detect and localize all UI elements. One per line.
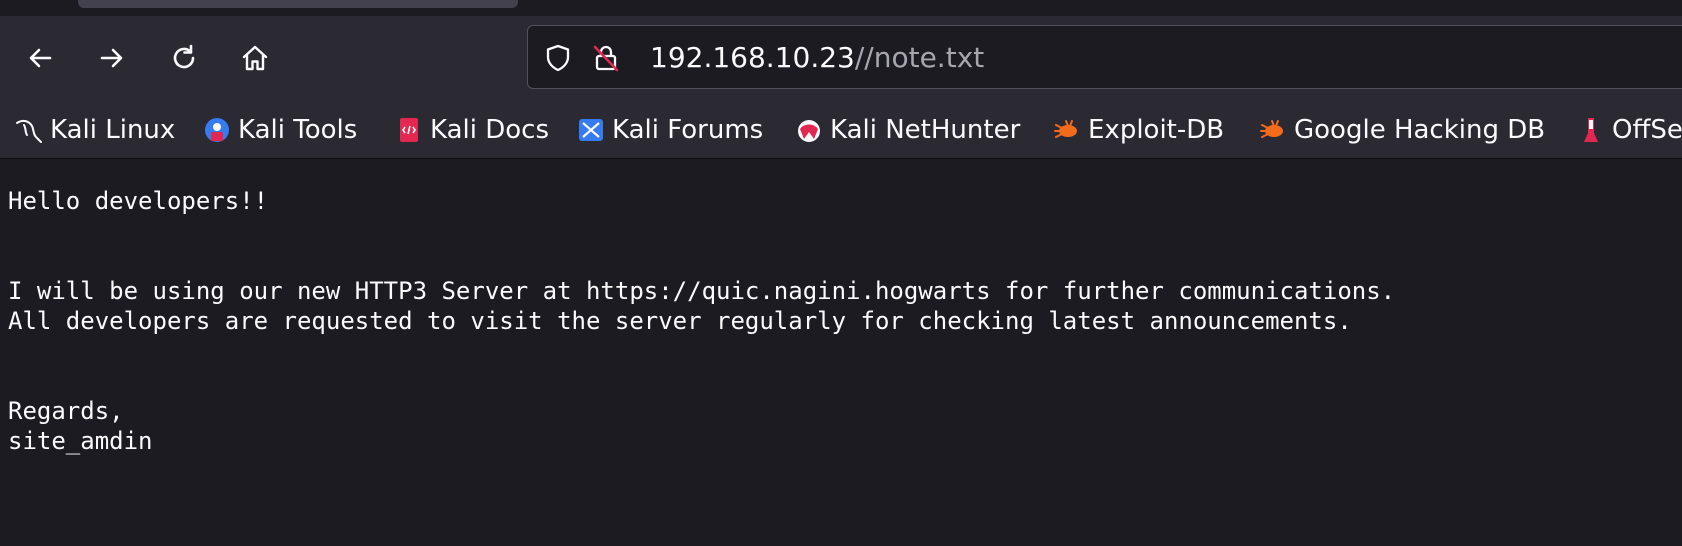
insecure-lock-icon[interactable] [590,42,622,74]
bookmark-label: Kali Forums [612,115,764,145]
bookmark-label: Kali NetHunter [830,115,1021,145]
url-host: 192.168.10.23 [650,41,855,74]
kali-docs-icon [394,115,424,145]
text-document: Hello developers!! I will be using our n… [8,186,1395,456]
url-text[interactable]: 192.168.10.23//note.txt [650,41,984,75]
forward-button[interactable] [92,38,132,78]
kali-dragon-icon [14,115,44,145]
bookmarks-toolbar: Kali Linux Kali Tools Kali Docs Kali For… [0,101,1682,159]
tab-strip [0,0,1682,16]
document-line: Hello developers!! [8,187,269,215]
document-line: Regards, [8,397,124,425]
navigation-toolbar: 192.168.10.23//note.txt [0,16,1682,101]
kali-forums-icon [576,115,606,145]
bookmark-label: OffSe [1612,115,1682,145]
url-bar[interactable]: 192.168.10.23//note.txt [527,25,1682,89]
active-tab[interactable] [78,0,518,8]
exploit-db-icon [1052,115,1082,145]
offsec-icon [1576,115,1606,145]
bookmark-kali-forums[interactable]: Kali Forums [576,109,763,151]
bookmark-google-hacking-db[interactable]: Google Hacking DB [1258,109,1545,151]
document-line: I will be using our new HTTP3 Server at … [8,277,1396,305]
document-line: site_amdin [8,427,153,455]
url-path: //note.txt [854,41,985,74]
home-icon [242,45,268,71]
reload-button[interactable] [164,38,204,78]
home-button[interactable] [235,38,275,78]
kali-tools-icon [202,115,232,145]
bookmark-offsec[interactable]: OffSe [1576,109,1682,151]
bookmark-kali-linux[interactable]: Kali Linux [14,109,175,151]
arrow-right-icon [100,48,123,68]
bookmark-label: Google Hacking DB [1294,115,1546,145]
ghdb-icon [1258,115,1288,145]
bookmark-label: Kali Tools [238,115,358,145]
back-button[interactable] [20,38,60,78]
page-content: Hello developers!! I will be using our n… [0,160,1682,546]
bookmark-label: Kali Docs [430,115,550,145]
bookmark-label: Kali Linux [50,115,176,145]
reload-icon [173,44,195,69]
bookmark-label: Exploit-DB [1088,115,1225,145]
document-line: All developers are requested to visit th… [8,307,1352,335]
bookmark-kali-docs[interactable]: Kali Docs [394,109,549,151]
bookmark-exploit-db[interactable]: Exploit-DB [1052,109,1224,151]
bookmark-kali-nethunter[interactable]: Kali NetHunter [794,109,1020,151]
bookmark-kali-tools[interactable]: Kali Tools [202,109,357,151]
kali-nethunter-icon [794,115,824,145]
arrow-left-icon [29,48,52,68]
shield-icon[interactable] [542,42,574,74]
